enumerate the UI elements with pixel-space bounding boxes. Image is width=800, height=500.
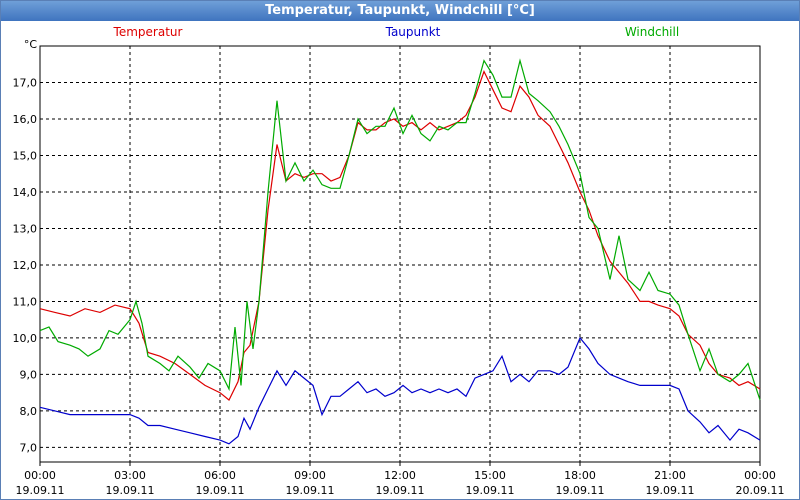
x-tick-date: 19.09.11 bbox=[646, 484, 695, 497]
x-tick-date: 19.09.11 bbox=[16, 484, 65, 497]
y-tick-label: 8,0 bbox=[20, 405, 38, 418]
x-tick-time: 00:00 bbox=[24, 469, 56, 482]
x-tick-time: 06:00 bbox=[204, 469, 236, 482]
x-tick-date: 19.09.11 bbox=[376, 484, 425, 497]
y-tick-label: 15,0 bbox=[13, 149, 38, 162]
y-tick-label: 9,0 bbox=[20, 368, 38, 381]
x-tick-date: 19.09.11 bbox=[286, 484, 335, 497]
y-tick-label: 11,0 bbox=[13, 295, 38, 308]
y-tick-label: 13,0 bbox=[13, 222, 38, 235]
y-tick-label: 14,0 bbox=[13, 186, 38, 199]
x-tick-time: 18:00 bbox=[564, 469, 596, 482]
chart-plot: 7,0 8,0 9,0 10,0 11,0 12,0 13,0 14,0 15,0 16,0 17,… bbox=[13, 25, 785, 497]
x-tick-time: 15:00 bbox=[474, 469, 506, 482]
y-axis-label: °C bbox=[24, 38, 38, 51]
x-tick-date: 20.09.11 bbox=[736, 484, 785, 497]
legend-windchill: Windchill bbox=[625, 25, 679, 39]
x-tick-date: 19.09.11 bbox=[556, 484, 605, 497]
x-tick-date: 19.09.11 bbox=[466, 484, 515, 497]
y-tick-label: 17,0 bbox=[13, 76, 38, 89]
legend-temperatur: Temperatur bbox=[113, 25, 183, 39]
y-tick-label: 12,0 bbox=[13, 259, 38, 272]
x-tick-date: 19.09.11 bbox=[196, 484, 245, 497]
legend-taupunkt: Taupunkt bbox=[385, 25, 441, 39]
x-tick-time: 03:00 bbox=[114, 469, 146, 482]
x-tick-date: 19.09.11 bbox=[106, 484, 155, 497]
y-tick-label: 10,0 bbox=[13, 332, 38, 345]
x-tick-time: 12:00 bbox=[384, 469, 416, 482]
x-tick-time: 09:00 bbox=[294, 469, 326, 482]
x-tick-time: 00:00 bbox=[744, 469, 776, 482]
y-tick-label: 16,0 bbox=[13, 113, 38, 126]
y-tick-label: 7,0 bbox=[20, 441, 38, 454]
x-tick-time: 21:00 bbox=[654, 469, 686, 482]
